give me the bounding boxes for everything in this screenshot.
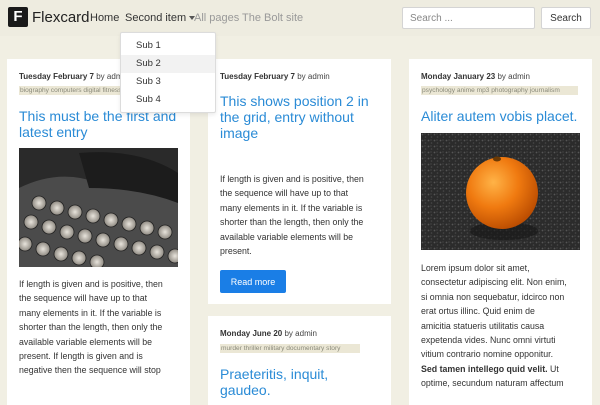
title-line: Praeteritis, inquit, — [220, 366, 329, 382]
card-body: If length is given and is positive, then… — [220, 172, 385, 258]
card-position-2: Tuesday February 7 by admin This shows p… — [208, 59, 391, 304]
by-label: by — [96, 72, 105, 81]
search-input[interactable] — [402, 7, 535, 29]
brand-name[interactable]: Flexcard — [32, 9, 90, 26]
by-label: by — [297, 72, 306, 81]
logo-icon[interactable]: F — [8, 7, 28, 27]
by-label: by — [284, 329, 293, 338]
card-title[interactable]: Aliter autem vobis placet. — [421, 108, 577, 124]
typewriter-image — [19, 148, 178, 267]
tag-list[interactable]: psychology anime mp3 photography journal… — [421, 86, 578, 95]
card-title[interactable]: Praeteritis, inquit, gaudeo. — [220, 366, 328, 398]
bold-phrase: Sed tamen intellego quid velit. — [421, 363, 548, 374]
dropdown-item-sub-3[interactable]: Sub 3 — [121, 73, 215, 91]
post-date: Tuesday February 7 — [220, 72, 295, 81]
card-meta: Tuesday February 7 by admin — [19, 72, 129, 81]
body-line: the sequence will have up to that — [19, 293, 148, 304]
nav-second-item[interactable]: Second item — [125, 12, 196, 24]
title-line: the grid, entry without — [220, 109, 354, 125]
second-item-dropdown-menu: Sub 1 Sub 2 Sub 3 Sub 4 — [120, 32, 216, 113]
tag-list[interactable]: murder thriller military documentary sto… — [220, 344, 360, 353]
by-label: by — [497, 72, 506, 81]
read-more-button[interactable]: Read more — [220, 270, 286, 293]
body-line: If length is given and is positive, then — [220, 174, 364, 184]
card-body: Lorem ipsum dolor sit amet, consectetur … — [421, 261, 589, 391]
typewriter-image-art — [19, 148, 178, 267]
title-line: This shows position 2 in — [220, 93, 369, 109]
card-meta: Monday June 20 by admin — [220, 329, 317, 338]
card-meta: Monday January 23 by admin — [421, 72, 530, 81]
orange-image-art — [421, 133, 580, 250]
post-author[interactable]: admin — [295, 329, 317, 338]
title-line: Aliter autem vobis placet. — [421, 108, 578, 124]
body-line: vitium contrario nomine opponitur. — [421, 349, 554, 360]
body-line: Lorem ipsum dolor sit amet, — [421, 263, 530, 273]
body-line: shorter than the length, then only the — [19, 322, 163, 333]
post-date: Tuesday February 7 — [19, 72, 94, 81]
body-line: present. If length is given and is — [19, 351, 143, 362]
body-line: many elements in it. If the variable is — [220, 202, 363, 213]
nav-home[interactable]: Home — [90, 12, 119, 24]
body-line: many elements in it. If the variable is — [19, 307, 162, 318]
nav-all-pages[interactable]: All pages — [194, 12, 239, 24]
body-line: available variable elements will be — [220, 231, 354, 242]
body-line: si omnia non sequebatur, idcirco non — [421, 291, 565, 302]
body-line: If length is given and is positive, then — [19, 279, 163, 289]
body-line: available variable elements will be — [19, 336, 153, 347]
navbar: F Flexcard Home Second item All pages Th… — [0, 0, 600, 36]
post-date: Monday January 23 — [421, 72, 496, 81]
post-author[interactable]: admin — [308, 72, 330, 81]
body-line: consectetur adipiscing elit. Non enim, — [421, 277, 567, 288]
title-line: latest entry — [19, 124, 88, 140]
card-meta: Tuesday February 7 by admin — [220, 72, 330, 81]
body-line: expetenda vides. Nunc omni virtuti — [421, 335, 556, 346]
dropdown-item-sub-2[interactable]: Sub 2 — [121, 55, 215, 73]
title-line: image — [220, 125, 259, 141]
dropdown-item-sub-1[interactable]: Sub 1 — [121, 37, 215, 55]
title-line: gaudeo. — [220, 382, 271, 398]
orange-image — [421, 133, 580, 250]
card-praeteritis: Monday June 20 by admin murder thriller … — [208, 316, 391, 405]
body-line: shorter than the length, then only the — [220, 217, 364, 228]
nav-bolt-site[interactable]: The Bolt site — [242, 12, 303, 24]
card-title[interactable]: This shows position 2 in the grid, entry … — [220, 93, 369, 141]
search-button[interactable]: Search — [541, 7, 591, 29]
body-line: erat ortus illinc. Quid enim de — [421, 306, 535, 317]
body-line: negative then the sequence will stop — [19, 365, 161, 376]
card-body: If length is given and is positive, then… — [19, 277, 184, 378]
body-line: present. — [220, 246, 252, 257]
nav-second-item-label: Second item — [125, 12, 187, 24]
post-date: Monday June 20 — [220, 329, 283, 338]
body-line: optime, secundum naturam affectum — [421, 378, 564, 389]
body-line: the sequence will have up to that — [220, 188, 349, 199]
post-author[interactable]: admin — [508, 72, 530, 81]
card-aliter: Monday January 23 by admin psychology an… — [409, 59, 592, 405]
body-line: Sed tamen intellego quid velit. Ut — [421, 362, 589, 376]
body-fragment: Ut — [547, 363, 559, 374]
dropdown-item-sub-4[interactable]: Sub 4 — [121, 91, 215, 109]
body-line: amicitia statueris utilitatis causa — [421, 320, 545, 331]
